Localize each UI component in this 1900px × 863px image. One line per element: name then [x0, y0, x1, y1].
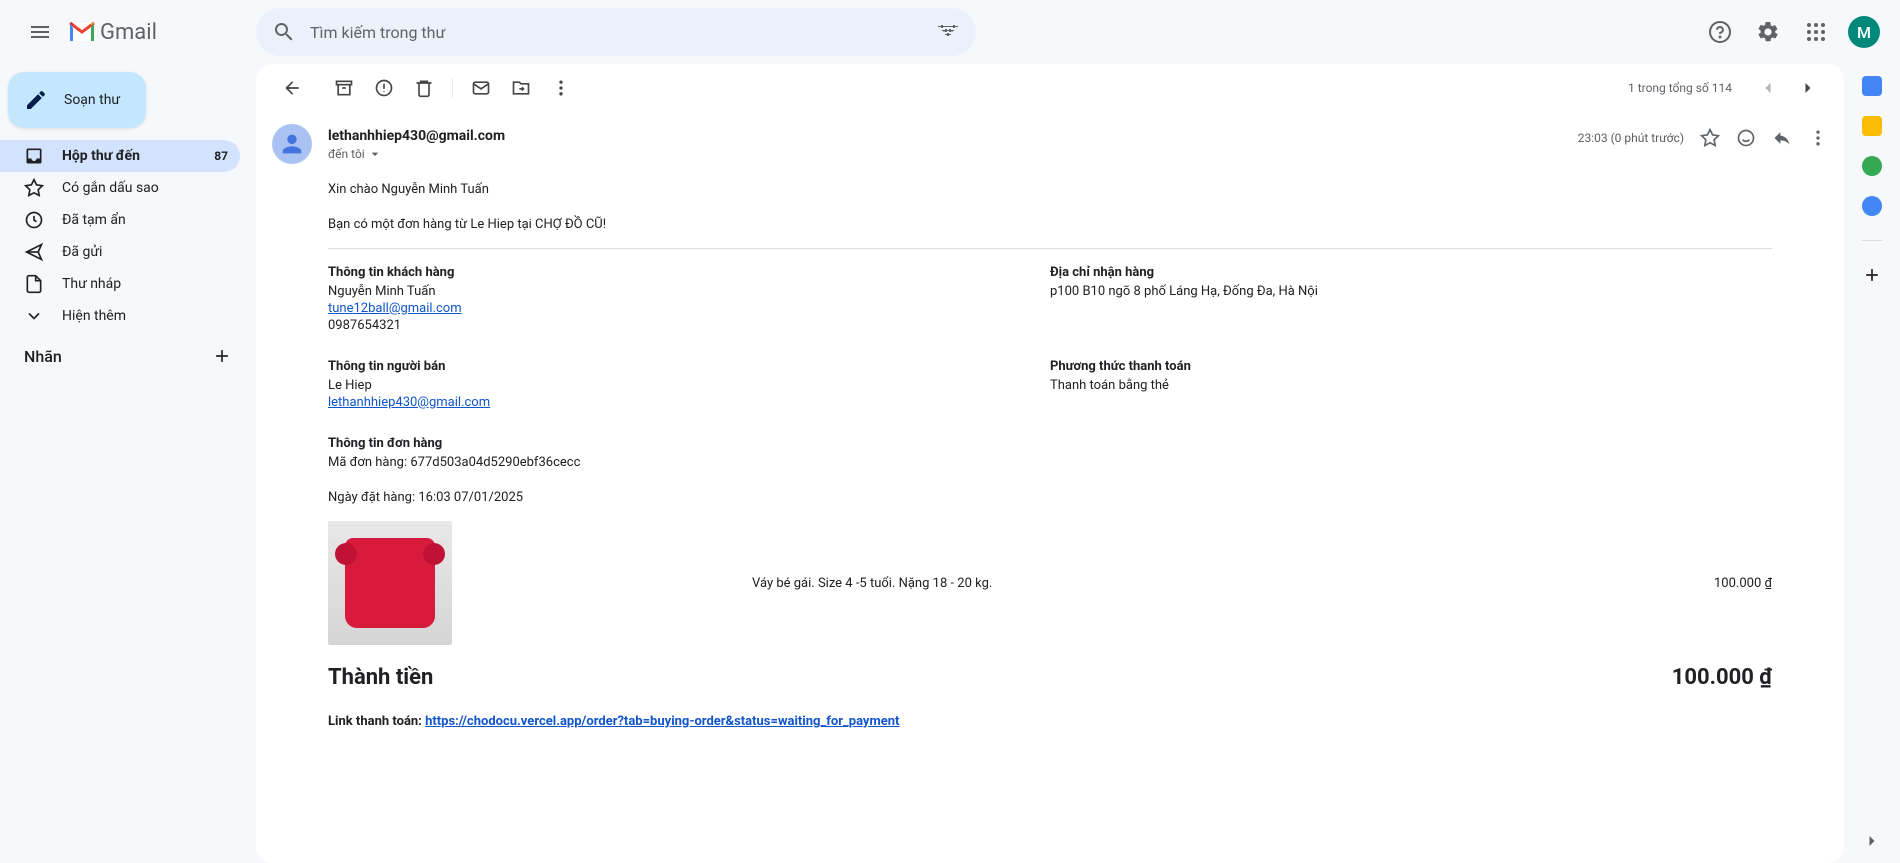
sidebar-item-label: Đã gửi	[62, 244, 102, 260]
total-value: 100.000 ₫	[1672, 665, 1772, 690]
toolbar: 1 trong tổng số 114	[256, 64, 1844, 112]
search-bar[interactable]	[256, 8, 976, 56]
sidebar: Soạn thư Hộp thư đến 87 Có gắn dấu sao Đ…	[0, 64, 256, 863]
customer-email-link[interactable]: tune12ball@gmail.com	[328, 301, 462, 316]
customer-info-title: Thông tin khách hàng	[328, 265, 1050, 280]
pager-text: 1 trong tổng số 114	[1628, 81, 1732, 95]
next-button[interactable]	[1788, 68, 1828, 108]
product-image	[328, 521, 452, 645]
add-label-button[interactable]	[212, 346, 232, 366]
gmail-logo[interactable]: Gmail	[68, 20, 157, 45]
order-date: Ngày đặt hàng: 16:03 07/01/2025	[328, 490, 1772, 505]
hide-panel-button[interactable]	[1862, 831, 1882, 851]
apps-icon[interactable]	[1796, 12, 1836, 52]
shipping-address: p100 B10 ngõ 8 phố Láng Hạ, Đống Đa, Hà …	[1050, 284, 1772, 299]
main-menu-button[interactable]	[16, 8, 64, 56]
order-title: Thông tin đơn hàng	[328, 436, 1772, 451]
keep-app-icon[interactable]	[1862, 116, 1882, 136]
reaction-button[interactable]	[1736, 128, 1756, 148]
payment-method: Thanh toán bằng thẻ	[1050, 378, 1772, 393]
archive-button[interactable]	[324, 68, 364, 108]
contacts-app-icon[interactable]	[1862, 196, 1882, 216]
search-options-icon[interactable]	[928, 12, 968, 52]
clock-icon	[24, 210, 44, 230]
customer-name: Nguyễn Minh Tuấn	[328, 284, 1050, 299]
labels-heading: Nhãn	[0, 332, 256, 366]
sidebar-item-inbox[interactable]: Hộp thư đến 87	[0, 140, 240, 172]
sidebar-item-label: Đã tạm ẩn	[62, 212, 126, 228]
sidebar-item-sent[interactable]: Đã gửi	[0, 236, 240, 268]
sidebar-item-label: Thư nháp	[62, 276, 121, 292]
add-app-button[interactable]	[1862, 265, 1882, 285]
spam-button[interactable]	[364, 68, 404, 108]
email-view: 1 trong tổng số 114 lethanhhiep430@gmail…	[256, 64, 1844, 863]
gmail-logo-text: Gmail	[100, 20, 157, 45]
sender-avatar	[272, 124, 312, 164]
header: Gmail M	[0, 0, 1900, 64]
sidebar-item-label: Có gắn dấu sao	[62, 180, 159, 196]
reply-button[interactable]	[1772, 128, 1792, 148]
sidebar-item-label: Hộp thư đến	[62, 148, 140, 164]
paylink-label: Link thanh toán:	[328, 714, 425, 729]
payment-title: Phương thức thanh toán	[1050, 359, 1772, 374]
paylink-url[interactable]: https://chodocu.vercel.app/order?tab=buy…	[425, 714, 899, 729]
order-id: Mã đơn hàng: 677d503a04d5290ebf36cecc	[328, 455, 1772, 470]
shipping-title: Địa chỉ nhận hàng	[1050, 265, 1772, 280]
support-icon[interactable]	[1700, 12, 1740, 52]
chevron-down-icon	[24, 306, 44, 326]
customer-phone: 0987654321	[328, 318, 1050, 333]
mark-unread-button[interactable]	[461, 68, 501, 108]
search-icon[interactable]	[264, 12, 304, 52]
draft-icon	[24, 274, 44, 294]
star-button[interactable]	[1700, 128, 1720, 148]
inbox-icon	[24, 146, 44, 166]
account-avatar[interactable]: M	[1848, 16, 1880, 48]
send-icon	[24, 242, 44, 262]
calendar-app-icon[interactable]	[1862, 76, 1882, 96]
sidebar-item-label: Hiện thêm	[62, 308, 126, 324]
sidebar-item-more[interactable]: Hiện thêm	[0, 300, 240, 332]
total-label: Thành tiền	[328, 665, 433, 690]
chevron-down-icon	[367, 146, 383, 162]
product-description: Váy bé gái. Size 4 -5 tuổi. Nặng 18 - 20…	[752, 576, 1714, 591]
timestamp: 23:03 (0 phút trước)	[1578, 131, 1684, 145]
star-icon	[24, 178, 44, 198]
prev-button[interactable]	[1748, 68, 1788, 108]
sender-email: lethanhhiep430@gmail.com	[328, 128, 1578, 144]
move-to-button[interactable]	[501, 68, 541, 108]
seller-title: Thông tin người bán	[328, 359, 1050, 374]
more-actions-button[interactable]	[541, 68, 581, 108]
seller-email-link[interactable]: lethanhhiep430@gmail.com	[328, 395, 490, 410]
compose-label: Soạn thư	[64, 92, 120, 108]
inbox-count: 87	[214, 149, 228, 163]
sidebar-item-starred[interactable]: Có gắn dấu sao	[0, 172, 240, 204]
sidebar-item-drafts[interactable]: Thư nháp	[0, 268, 240, 300]
side-panel	[1844, 64, 1900, 863]
intro-text: Bạn có một đơn hàng từ Le Hiep tại CHỢ Đ…	[328, 217, 1772, 232]
delete-button[interactable]	[404, 68, 444, 108]
product-price: 100.000 ₫	[1714, 576, 1772, 591]
search-input[interactable]	[304, 23, 928, 42]
compose-button[interactable]: Soạn thư	[8, 72, 146, 128]
tasks-app-icon[interactable]	[1862, 156, 1882, 176]
more-button[interactable]	[1808, 128, 1828, 148]
sidebar-item-snoozed[interactable]: Đã tạm ẩn	[0, 204, 240, 236]
recipient-line[interactable]: đến tôi	[328, 146, 1578, 162]
seller-name: Le Hiep	[328, 378, 1050, 393]
settings-icon[interactable]	[1748, 12, 1788, 52]
back-button[interactable]	[272, 68, 312, 108]
greeting: Xin chào Nguyễn Minh Tuấn	[328, 182, 1772, 197]
